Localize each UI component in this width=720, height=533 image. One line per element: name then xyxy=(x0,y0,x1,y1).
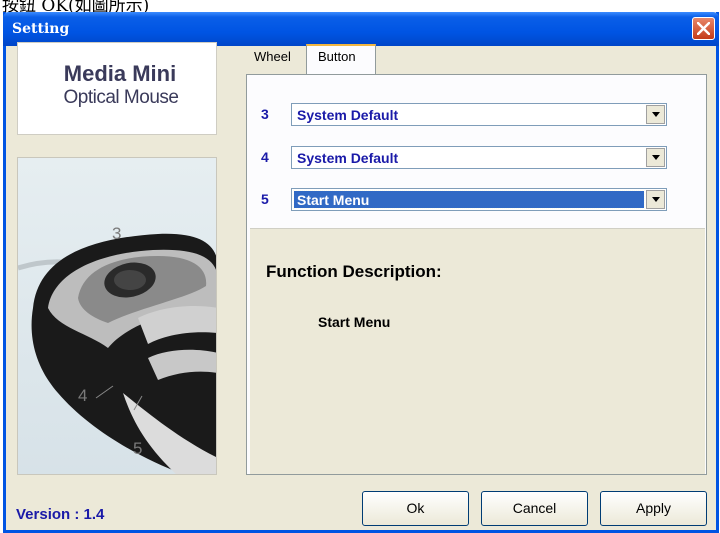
version-label: Version : 1.4 xyxy=(16,506,105,523)
logo-line-2: Optical Mouse xyxy=(63,87,179,108)
caption-text: 按鈕 OK(如圖所示) xyxy=(2,0,150,12)
button-3-number: 3 xyxy=(261,106,269,122)
button-4-value: System Default xyxy=(297,150,399,166)
chevron-down-icon xyxy=(652,197,660,202)
caption-fragment: 按鈕 OK(如圖所示) xyxy=(0,0,720,12)
button-5-select[interactable]: Start Menu xyxy=(291,188,667,211)
mouse-label-3: 3 xyxy=(112,224,122,243)
mouse-illustration: 3 4 5 xyxy=(17,157,217,475)
mouse-label-5: 5 xyxy=(133,439,143,458)
close-icon xyxy=(697,22,710,35)
function-description-title: Function Description: xyxy=(266,262,442,281)
button-4-number: 4 xyxy=(261,149,269,165)
close-button[interactable] xyxy=(692,17,715,40)
title-bar[interactable]: Setting xyxy=(3,12,719,46)
tab-button[interactable]: Button xyxy=(318,49,356,64)
mouse-image xyxy=(18,233,216,474)
button-5-number: 5 xyxy=(261,191,269,207)
product-logo: Media Mini Optical Mouse xyxy=(17,42,217,135)
chevron-down-icon xyxy=(652,112,660,117)
button-3-value: System Default xyxy=(297,107,399,123)
window-title: Setting xyxy=(12,21,70,37)
button-3-dropdown[interactable] xyxy=(646,105,665,124)
apply-button[interactable]: Apply xyxy=(600,491,707,526)
function-description-value: Start Menu xyxy=(318,314,391,330)
button-5-value: Start Menu xyxy=(297,192,370,208)
logo-line-1: Media Mini xyxy=(63,61,177,86)
mouse-label-4: 4 xyxy=(78,386,88,405)
chevron-down-icon xyxy=(652,155,660,160)
button-4-select[interactable]: System Default xyxy=(291,146,667,169)
button-3-select[interactable]: System Default xyxy=(291,103,667,126)
ok-button[interactable]: Ok xyxy=(362,491,469,526)
tab-wheel[interactable]: Wheel xyxy=(254,49,291,64)
button-5-dropdown[interactable] xyxy=(646,190,665,209)
button-4-dropdown[interactable] xyxy=(646,148,665,167)
cancel-button[interactable]: Cancel xyxy=(481,491,588,526)
